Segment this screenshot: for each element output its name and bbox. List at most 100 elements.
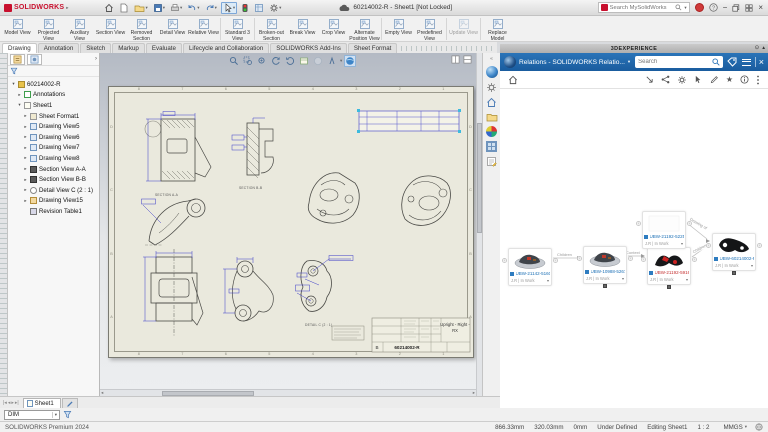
node-handle-left[interactable]: +	[706, 243, 711, 248]
cmd-detail-view[interactable]: Detail View	[157, 17, 188, 37]
settings-gear-icon[interactable]	[486, 82, 497, 93]
threedexperience-icon[interactable]	[486, 66, 498, 78]
cmd-section-view[interactable]: Section View	[95, 17, 126, 37]
logo-caret-icon[interactable]: ▸	[66, 5, 68, 11]
home-button[interactable]	[103, 2, 115, 14]
relation-node-ubw-60214002-r[interactable]: UBW-60214002-RJ.R | In Work▾++	[712, 233, 756, 271]
info-icon[interactable]	[740, 75, 749, 84]
more-options-icon[interactable]	[756, 75, 760, 85]
select-cursor-icon[interactable]	[694, 75, 703, 84]
gear-icon[interactable]	[677, 75, 687, 85]
collapse-chevron-icon[interactable]: «	[490, 56, 493, 62]
redo-button[interactable]: ▾	[204, 2, 218, 14]
filter-funnel-icon[interactable]	[10, 67, 18, 75]
first-sheet-icon[interactable]: |◂	[3, 400, 7, 406]
node-handle-left[interactable]: +	[641, 257, 646, 262]
expander-icon[interactable]: ▾	[17, 102, 22, 108]
combo-dropdown-icon[interactable]: ▾	[52, 412, 59, 418]
menu-hamburger-icon[interactable]	[740, 56, 751, 68]
dimension-style-combo[interactable]: DIM ▾	[4, 410, 60, 420]
tile-windows-button[interactable]	[745, 4, 753, 12]
node-handle-right[interactable]: +	[687, 221, 692, 226]
cmd-replace-model[interactable]: Replace Model	[482, 17, 513, 42]
node-expand-chevron-icon[interactable]: ▾	[622, 276, 624, 281]
node-id[interactable]: UBW-21192-59165	[655, 270, 690, 275]
tab-annotation[interactable]: Annotation	[38, 43, 80, 53]
mysolidworks-search[interactable]: ▾	[598, 2, 690, 13]
expander-icon[interactable]: ▸	[23, 145, 28, 151]
cmd-model-view[interactable]: Model View	[2, 17, 33, 37]
node-id[interactable]: UBW-21142-51605	[516, 271, 551, 276]
cmd-standard-3-view[interactable]: Standard 3 View	[222, 17, 253, 42]
panel-target-icon[interactable]: ⊙	[755, 45, 760, 51]
expander-icon[interactable]: ▾	[11, 81, 16, 87]
dimension-funnel-icon[interactable]	[63, 410, 72, 419]
hide-show-items-icon[interactable]	[326, 55, 338, 67]
node-handle-left[interactable]: +	[577, 256, 582, 261]
drawing-sheet[interactable]: 87654321 87654321 DCBA DCBA SECTION A-A	[108, 86, 474, 358]
user-account-icon[interactable]	[695, 3, 704, 12]
cmd-removed-section[interactable]: Removed Section	[126, 17, 157, 42]
view-settings-icon[interactable]	[344, 55, 356, 67]
print-dropdown-icon[interactable]: ▾	[180, 5, 182, 11]
share-network-icon[interactable]	[661, 75, 670, 84]
file-explorer-icon[interactable]	[486, 112, 498, 122]
panel-expand-icon[interactable]: ›	[95, 56, 97, 62]
favorite-star-icon[interactable]: ★	[726, 76, 733, 84]
relation-node-ubw-21142-51605[interactable]: UBW-21142-51605J.R | In Work▾++	[508, 248, 552, 286]
horizontal-scrollbar-thumb[interactable]	[162, 391, 254, 396]
relations-search[interactable]	[635, 56, 723, 68]
save-dropdown-icon[interactable]: ▾	[163, 5, 165, 11]
appearances-icon[interactable]	[486, 126, 497, 137]
units-dropdown-icon[interactable]: ▾	[745, 424, 747, 430]
node-handle-left[interactable]: +	[502, 258, 507, 263]
tree-item-detail-view-c-2-1[interactable]: ▸Detail View C (2 : 1)	[8, 185, 99, 196]
cmd-crop-view[interactable]: Crop View	[318, 17, 349, 37]
graphics-area[interactable]: ▾ 87654321 87654321 DCBA DCBA	[100, 53, 482, 396]
isometric-view-1[interactable]	[299, 165, 371, 229]
home-icon[interactable]	[508, 75, 518, 85]
mysolidworks-search-input[interactable]	[610, 5, 674, 11]
open-dropdown-icon[interactable]: ▾	[146, 5, 148, 11]
cmd-projected-view[interactable]: Projected View	[33, 17, 64, 42]
compass-icon[interactable]	[504, 56, 516, 68]
node-handle-left[interactable]: +	[636, 221, 641, 226]
design-library-home-icon[interactable]	[486, 97, 497, 108]
split-pane-horizontal-icon[interactable]	[451, 55, 460, 64]
expander-icon[interactable]: ▸	[23, 187, 28, 193]
search-icon[interactable]	[712, 58, 720, 66]
panel-pin-icon[interactable]: ▴	[762, 45, 765, 51]
tab-sketch[interactable]: Sketch	[80, 43, 111, 53]
units-selector[interactable]: MMGS ▾	[723, 424, 747, 431]
search-icon[interactable]	[675, 4, 682, 11]
select-dropdown-icon[interactable]: ▾	[233, 5, 235, 11]
expander-icon[interactable]: ▸	[23, 166, 28, 172]
expander-icon[interactable]: ▸	[23, 198, 28, 204]
cmd-empty-view[interactable]: Empty View	[383, 17, 414, 37]
node-id[interactable]: UBW-60214002-R	[720, 256, 755, 261]
tag-icon[interactable]	[726, 56, 737, 68]
tab-lifecycle-and-collaboration[interactable]: Lifecycle and Collaboration	[183, 43, 269, 53]
zoom-to-fit-icon[interactable]	[228, 55, 240, 67]
detail-view-c[interactable]	[295, 255, 359, 319]
relation-node-ubw-21192-59165[interactable]: UBW-21192-59165J.R | In Work▾++	[647, 247, 691, 285]
node-handle-right[interactable]: +	[692, 257, 697, 262]
tree-item-annotations[interactable]: ▸Annotations	[8, 90, 99, 101]
tab-evaluate[interactable]: Evaluate	[146, 43, 182, 53]
print-button[interactable]: ▾	[169, 2, 183, 14]
redo-dropdown-icon[interactable]: ▾	[215, 5, 217, 11]
node-expander-dot[interactable]	[732, 271, 736, 275]
node-expander-dot[interactable]	[667, 285, 671, 289]
rebuild-button[interactable]	[240, 2, 250, 14]
options-dropdown-icon[interactable]: ▾	[279, 5, 281, 11]
minimize-button[interactable]: −	[723, 3, 728, 13]
tree-item-drawing-view7[interactable]: ▸Drawing View7	[8, 143, 99, 154]
tree-item-revision-table1[interactable]: Revision Table1	[8, 206, 99, 217]
node-expand-chevron-icon[interactable]: ▾	[751, 263, 753, 268]
horizontal-scrollbar[interactable]: ◂ ▸	[100, 389, 476, 396]
search-dropdown-icon[interactable]: ▾	[684, 5, 686, 11]
expander-icon[interactable]: ▸	[17, 92, 22, 98]
cmd-predefined-view[interactable]: Predefined View	[414, 17, 445, 42]
node-id[interactable]: UBW-21192-52258	[650, 234, 685, 239]
add-sheet-tab[interactable]	[62, 398, 78, 408]
